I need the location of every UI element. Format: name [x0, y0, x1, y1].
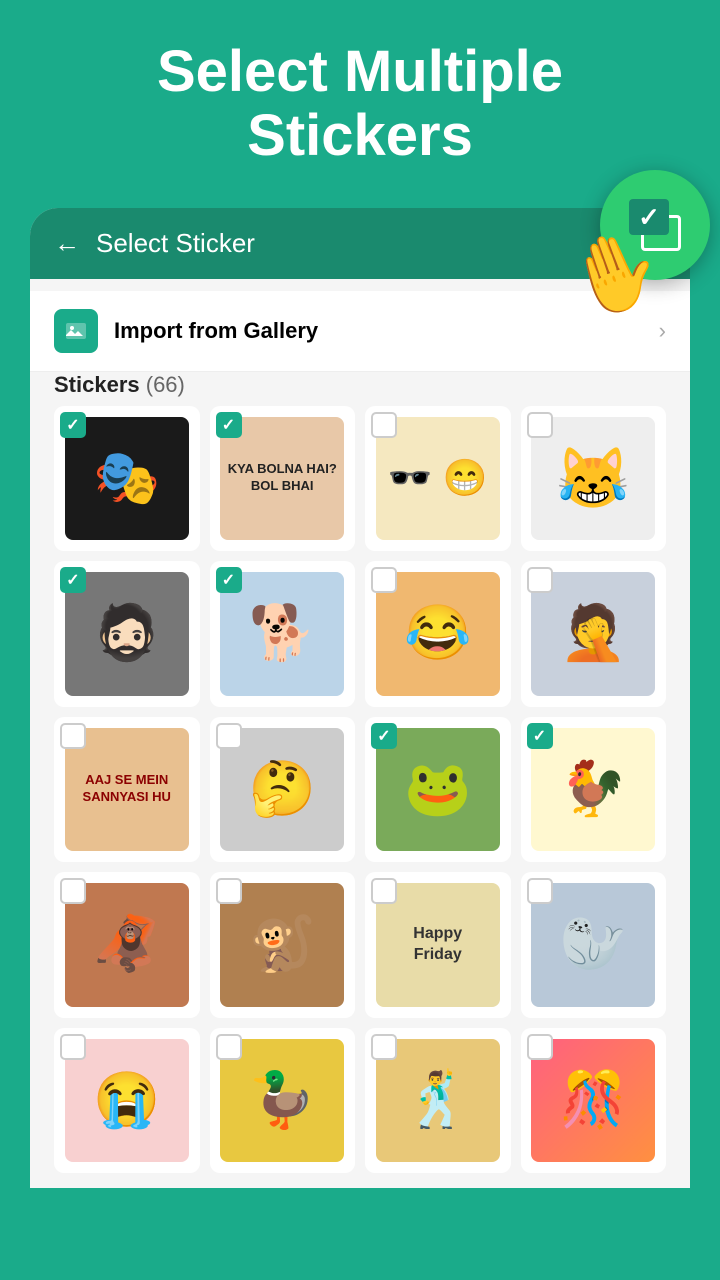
bald-sticker-checkbox[interactable]	[60, 723, 86, 749]
topbar-title: Select Sticker	[96, 228, 255, 259]
seal-sticker[interactable]: 🦭	[521, 872, 667, 1018]
phone-screen: ← Select Sticker Import from Gallery › S…	[30, 208, 690, 1188]
header-line1: Select Multiple	[20, 40, 700, 104]
kid-sticker[interactable]: 🕺	[365, 1028, 511, 1174]
politician-sticker-checkbox[interactable]	[216, 412, 242, 438]
newyear-sticker-checkbox[interactable]	[527, 1034, 553, 1060]
import-label: Import from Gallery	[114, 318, 643, 344]
bald-sticker[interactable]: AAJ SE MEIN SANNYASI HU	[54, 717, 200, 863]
duck-sticker-checkbox[interactable]	[216, 1034, 242, 1060]
pepe-sticker[interactable]: 🐸	[365, 717, 511, 863]
man-facepalm-sticker-checkbox[interactable]	[527, 567, 553, 593]
happy-friday-sticker[interactable]: Happy Friday	[365, 872, 511, 1018]
cat-sticker-checkbox[interactable]	[527, 412, 553, 438]
fab-container: ✓ 🤚	[600, 170, 710, 280]
newyear-sticker[interactable]: 🎊	[521, 1028, 667, 1174]
header-section: Select Multiple Stickers	[0, 0, 720, 188]
rooster-sticker-checkbox[interactable]	[527, 723, 553, 749]
stickers-label: Stickers (66)	[54, 372, 185, 397]
husky-sticker[interactable]: 🐕	[210, 561, 356, 707]
putin2-sticker-checkbox[interactable]	[216, 723, 242, 749]
afro-sticker-checkbox[interactable]	[60, 412, 86, 438]
husky-sticker-checkbox[interactable]	[216, 567, 242, 593]
seal-sticker-checkbox[interactable]	[527, 878, 553, 904]
baby-sticker[interactable]: 😭	[54, 1028, 200, 1174]
man-facepalm-sticker[interactable]: 🤦	[521, 561, 667, 707]
kid-sticker-checkbox[interactable]	[371, 1034, 397, 1060]
orangutan-sticker-checkbox[interactable]	[60, 878, 86, 904]
pepe-sticker-checkbox[interactable]	[371, 723, 397, 749]
rooster-sticker[interactable]: 🐓	[521, 717, 667, 863]
lady-sticker-checkbox[interactable]	[371, 567, 397, 593]
sunglasses-sticker[interactable]: 🕶️ 😁	[365, 406, 511, 552]
putin2-sticker[interactable]: 🤔	[210, 717, 356, 863]
monkey-sticker-checkbox[interactable]	[216, 878, 242, 904]
orangutan-sticker[interactable]: 🦧	[54, 872, 200, 1018]
header-line2: Stickers	[20, 104, 700, 168]
happy-friday-sticker-checkbox[interactable]	[371, 878, 397, 904]
sticker-grid: 🎭KYA BOLNA HAI? BOL BHAI🕶️ 😁😹 🧔🏻🐕😂🤦 AAJ SE…	[30, 406, 690, 1174]
import-icon-box	[54, 309, 98, 353]
putin-sticker[interactable]: 🧔🏻	[54, 561, 200, 707]
cat-sticker[interactable]: 😹	[521, 406, 667, 552]
baby-sticker-checkbox[interactable]	[60, 1034, 86, 1060]
import-chevron: ›	[659, 318, 666, 344]
sunglasses-sticker-checkbox[interactable]	[371, 412, 397, 438]
lady-sticker[interactable]: 😂	[365, 561, 511, 707]
back-button[interactable]: ←	[54, 228, 80, 259]
stickers-section-header: Stickers (66)	[30, 372, 690, 398]
afro-sticker[interactable]: 🎭	[54, 406, 200, 552]
monkey-sticker[interactable]: 🐒	[210, 872, 356, 1018]
gallery-icon	[64, 319, 88, 343]
putin-sticker-checkbox[interactable]	[60, 567, 86, 593]
politician-sticker[interactable]: KYA BOLNA HAI? BOL BHAI	[210, 406, 356, 552]
duck-sticker[interactable]: 🦆	[210, 1028, 356, 1174]
